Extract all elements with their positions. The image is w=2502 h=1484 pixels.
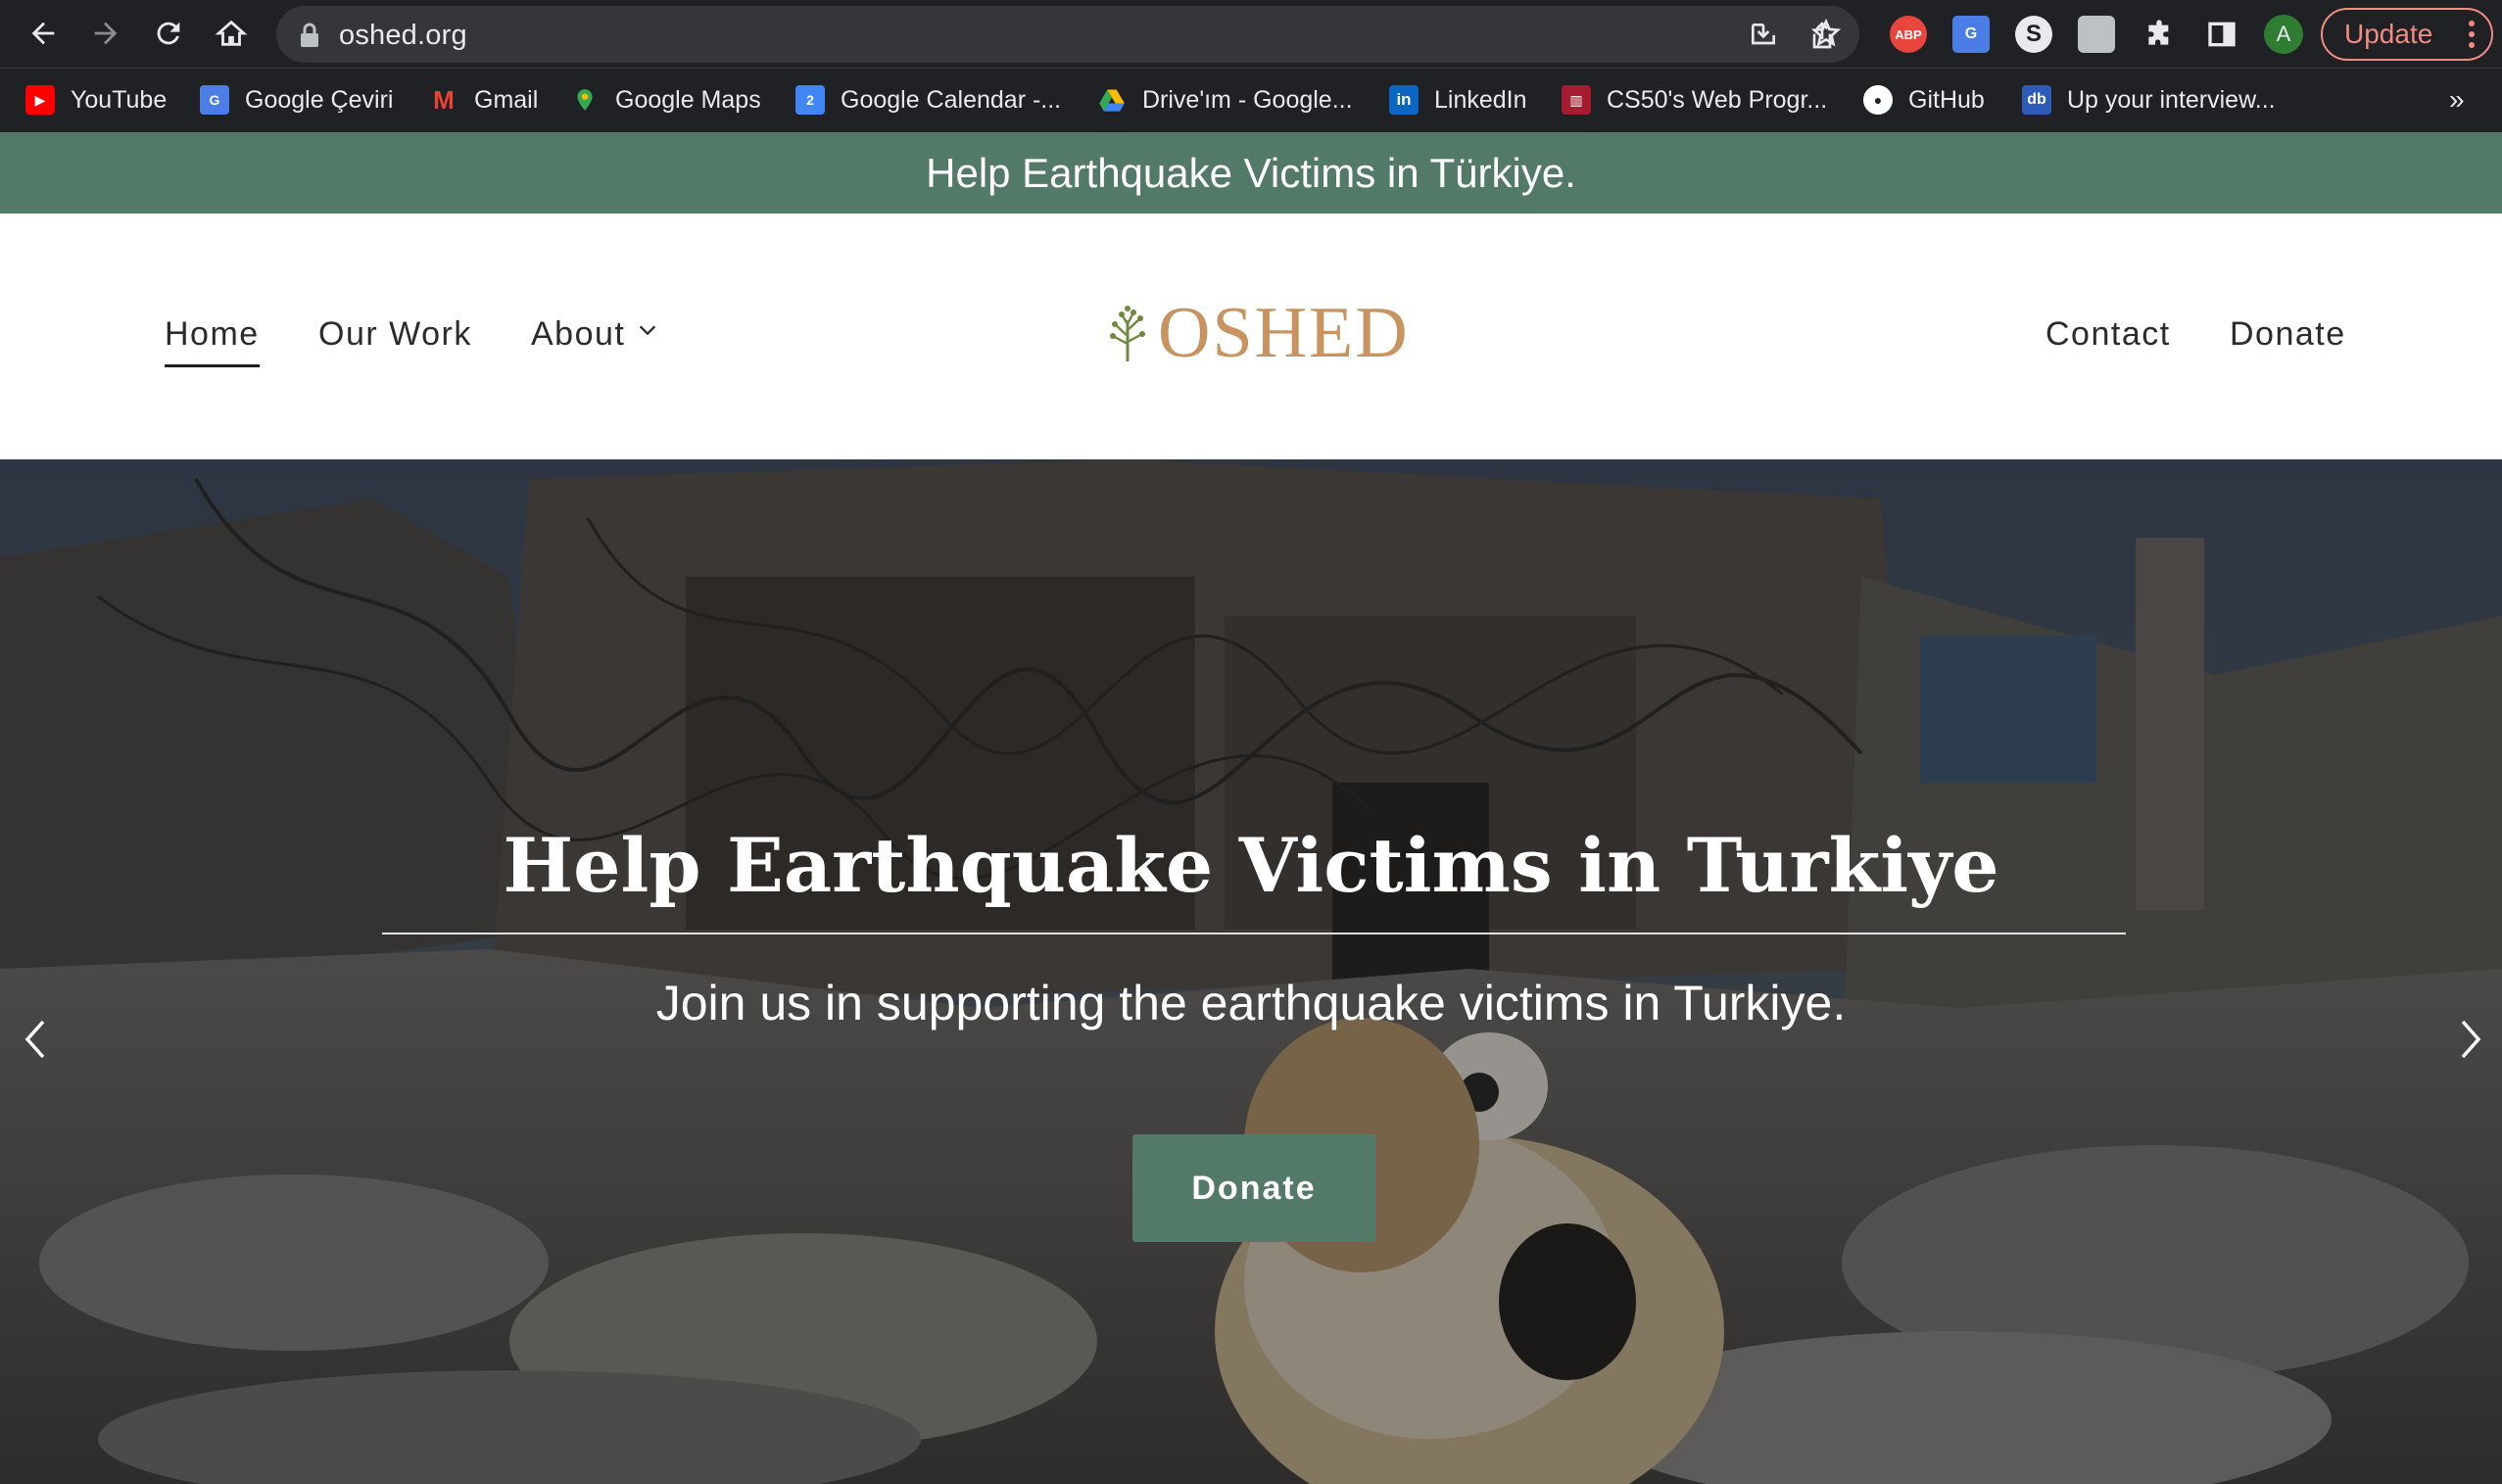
reload-icon[interactable]: [147, 12, 190, 55]
profile-avatar[interactable]: A: [2264, 15, 2303, 54]
google-drive-icon: [1097, 85, 1127, 115]
hero-donate-button[interactable]: Donate: [1132, 1134, 1375, 1242]
site-header: Home Our Work About OSHED Contact Donate: [0, 214, 2502, 459]
lock-icon[interactable]: [298, 23, 321, 48]
bookmark-label: YouTube: [71, 85, 168, 114]
install-app-icon[interactable]: [1746, 18, 1781, 53]
bookmark-label: Up your interview...: [2067, 85, 2276, 114]
hero-slideshow: Help Earthquake Victims in Turkiye Join …: [0, 459, 2502, 1484]
bookmark-google-drive[interactable]: Drive'ım - Google...: [1097, 82, 1353, 118]
bookmarks-bar: ▶ YouTube G Google Çeviri M Gmail Google…: [0, 68, 2502, 132]
google-translate-ext-icon[interactable]: G: [1952, 16, 1990, 53]
adblock-icon[interactable]: ABP: [1890, 16, 1927, 53]
nav-contact[interactable]: Contact: [2045, 315, 2171, 354]
url-text[interactable]: oshed.org: [339, 20, 467, 52]
update-label: Update: [2344, 19, 2433, 49]
site-logo[interactable]: OSHED: [1105, 292, 1410, 373]
nav-home[interactable]: Home: [165, 315, 260, 367]
bookmarks-overflow-icon[interactable]: »: [2449, 84, 2465, 116]
google-translate-icon: G: [200, 85, 229, 115]
hero-overlay: [0, 459, 2502, 1484]
announcement-text: Help Earthquake Victims in Türkiye.: [926, 149, 1576, 196]
address-bar[interactable]: oshed.org: [276, 6, 1859, 63]
bookmark-label: GitHub: [1908, 85, 1985, 114]
menu-dots-icon[interactable]: [2468, 20, 2476, 49]
announcement-bar: Help Earthquake Victims in Türkiye.: [0, 132, 2502, 214]
bookmark-label: LinkedIn: [1434, 85, 1527, 114]
tree-logo-icon: [1110, 306, 1145, 361]
extensions-puzzle-icon[interactable]: [2141, 16, 2178, 53]
linkedin-icon: in: [1389, 85, 1419, 115]
bookmark-label: Google Calendar -...: [841, 85, 1062, 114]
bookmark-google-ceviri[interactable]: G Google Çeviri: [200, 82, 393, 118]
bookmark-google-calendar[interactable]: 2 Google Calendar -...: [795, 82, 1061, 118]
db-icon: db: [2022, 85, 2051, 115]
hero-divider: [382, 933, 2126, 934]
hero-title: Help Earthquake Victims in Turkiye: [503, 822, 1999, 909]
home-icon[interactable]: [210, 12, 253, 55]
side-panel-icon[interactable]: [2203, 16, 2240, 53]
forward-icon[interactable]: [84, 12, 127, 55]
gmail-icon: M: [433, 84, 455, 115]
bookmark-label: Google Maps: [615, 85, 761, 114]
nav-about[interactable]: About: [531, 315, 658, 354]
nav-about-label: About: [531, 315, 626, 353]
s-extension-icon[interactable]: S: [2015, 16, 2052, 53]
google-calendar-icon: 2: [795, 85, 825, 115]
back-icon[interactable]: [22, 12, 65, 55]
google-maps-icon: [570, 85, 600, 115]
bookmark-cs50[interactable]: ▥ CS50's Web Progr...: [1562, 82, 1827, 118]
bookmark-label: Gmail: [474, 85, 539, 114]
logo-text: OSHED: [1158, 292, 1410, 373]
bookmark-linkedin[interactable]: in LinkedIn: [1389, 82, 1527, 118]
github-icon: ●: [1863, 85, 1893, 115]
browser-toolbar: oshed.org ABP G S A Update: [0, 0, 2502, 68]
bookmark-label: Drive'ım - Google...: [1142, 85, 1353, 114]
bookmark-youtube[interactable]: ▶ YouTube: [25, 82, 167, 118]
chevron-down-icon: [640, 325, 656, 336]
nav-our-work[interactable]: Our Work: [318, 315, 472, 354]
update-button[interactable]: Update: [2321, 8, 2493, 61]
screenshot-extension-icon[interactable]: [2078, 16, 2115, 53]
bookmark-star-icon[interactable]: [1808, 16, 1844, 51]
bookmark-gmail[interactable]: M Gmail: [429, 82, 538, 118]
youtube-icon: ▶: [25, 85, 55, 115]
hero-subtitle: Join us in supporting the earthquake vic…: [655, 976, 1847, 1030]
harvard-icon: ▥: [1562, 85, 1591, 115]
bookmark-up-your-interview[interactable]: db Up your interview...: [2022, 82, 2276, 118]
bookmark-label: CS50's Web Progr...: [1607, 85, 1828, 114]
bookmark-label: Google Çeviri: [245, 85, 394, 114]
bookmark-github[interactable]: ● GitHub: [1863, 82, 1985, 118]
nav-donate[interactable]: Donate: [2230, 315, 2346, 354]
bookmark-google-maps[interactable]: Google Maps: [570, 82, 761, 118]
